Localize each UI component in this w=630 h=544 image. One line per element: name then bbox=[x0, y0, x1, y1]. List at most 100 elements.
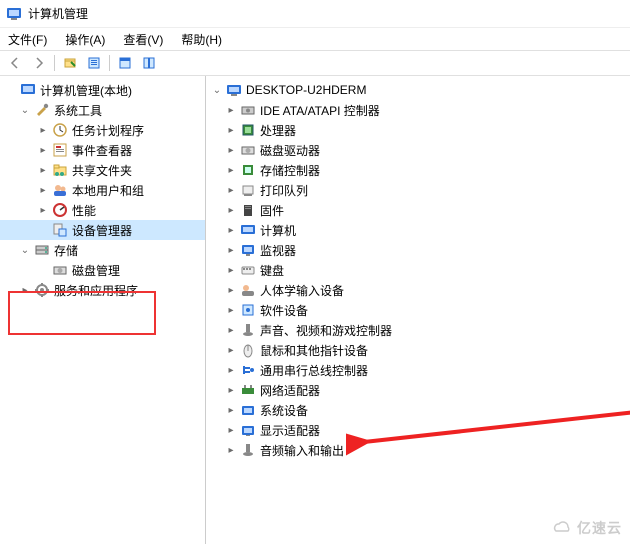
twisty-icon[interactable]: ▸ bbox=[224, 185, 238, 196]
device-category[interactable]: ▸ 处理器 bbox=[206, 120, 630, 140]
device-category[interactable]: ▸监视器 bbox=[206, 240, 630, 260]
back-button[interactable] bbox=[4, 53, 26, 73]
content-area: ▶ 计算机管理(本地) ⌄ 系统工具 ▸ 任务计划程序 ▸ 事件查看器 ▸ 共享… bbox=[0, 76, 630, 544]
device-category[interactable]: ▸存储控制器 bbox=[206, 160, 630, 180]
twisty-icon[interactable]: ⌄ bbox=[18, 245, 32, 256]
computer-icon bbox=[240, 222, 256, 238]
twisty-icon[interactable]: ⌄ bbox=[210, 85, 224, 96]
tree-label: 磁盘管理 bbox=[72, 262, 120, 279]
tree-local-users[interactable]: ▸ 本地用户和组 bbox=[0, 180, 205, 200]
users-icon bbox=[52, 182, 68, 198]
network-adapter-icon bbox=[240, 382, 256, 398]
menu-file[interactable]: 文件(F) bbox=[4, 29, 51, 50]
device-category[interactable]: ▸固件 bbox=[206, 200, 630, 220]
twisty-icon[interactable]: ▸ bbox=[224, 265, 238, 276]
tree-label: 键盘 bbox=[260, 262, 284, 279]
twisty-icon[interactable]: ▸ bbox=[36, 125, 50, 136]
twisty-icon[interactable]: ▸ bbox=[224, 165, 238, 176]
tree-storage[interactable]: ⌄ 存储 bbox=[0, 240, 205, 260]
device-category[interactable]: ▸ 系统设备 bbox=[206, 400, 630, 420]
twisty-icon[interactable]: ▸ bbox=[224, 425, 238, 436]
device-category[interactable]: ▸ 键盘 bbox=[206, 260, 630, 280]
tree-label: 系统设备 bbox=[260, 402, 308, 419]
menu-view[interactable]: 查看(V) bbox=[119, 29, 167, 50]
disk-drive-icon bbox=[240, 142, 256, 158]
twisty-icon[interactable]: ▸ bbox=[224, 325, 238, 336]
device-category[interactable]: ▸ 磁盘驱动器 bbox=[206, 140, 630, 160]
monitor-icon bbox=[240, 242, 256, 258]
tools-icon bbox=[34, 102, 50, 118]
tree-label: IDE ATA/ATAPI 控制器 bbox=[260, 102, 380, 119]
device-category[interactable]: ▸声音、视频和游戏控制器 bbox=[206, 320, 630, 340]
twisty-icon[interactable]: ⌄ bbox=[18, 105, 32, 116]
device-category[interactable]: ▸音频输入和输出 bbox=[206, 440, 630, 460]
scope-button[interactable] bbox=[59, 53, 81, 73]
tree-label: 显示适配器 bbox=[260, 422, 320, 439]
window-title: 计算机管理 bbox=[28, 5, 88, 22]
device-category[interactable]: ▸人体学输入设备 bbox=[206, 280, 630, 300]
twisty-icon[interactable]: ▸ bbox=[224, 225, 238, 236]
twisty-icon[interactable]: ▸ bbox=[224, 445, 238, 456]
menu-action[interactable]: 操作(A) bbox=[61, 29, 109, 50]
tree-shared-folders[interactable]: ▸ 共享文件夹 bbox=[0, 160, 205, 180]
twisty-icon[interactable]: ▸ bbox=[224, 405, 238, 416]
toolbar-separator bbox=[54, 55, 55, 71]
app-icon bbox=[6, 6, 22, 22]
left-tree-pane[interactable]: ▶ 计算机管理(本地) ⌄ 系统工具 ▸ 任务计划程序 ▸ 事件查看器 ▸ 共享… bbox=[0, 76, 206, 544]
tree-label: 处理器 bbox=[260, 122, 296, 139]
tree-label: 共享文件夹 bbox=[72, 162, 132, 179]
tree-device-manager[interactable]: ▸ 设备管理器 bbox=[0, 220, 205, 240]
tree-root[interactable]: ▶ 计算机管理(本地) bbox=[0, 80, 205, 100]
menu-help[interactable]: 帮助(H) bbox=[177, 29, 226, 50]
tree-services-apps[interactable]: ▸ 服务和应用程序 bbox=[0, 280, 205, 300]
tree-disk-mgmt[interactable]: ▸ 磁盘管理 bbox=[0, 260, 205, 280]
tree-label: 存储 bbox=[54, 242, 78, 259]
device-category[interactable]: ▸网络适配器 bbox=[206, 380, 630, 400]
twisty-icon[interactable]: ▸ bbox=[36, 185, 50, 196]
refresh-button[interactable] bbox=[114, 53, 136, 73]
ide-controller-icon bbox=[240, 102, 256, 118]
performance-icon bbox=[52, 202, 68, 218]
tree-label: 事件查看器 bbox=[72, 142, 132, 159]
processor-icon bbox=[240, 122, 256, 138]
forward-button[interactable] bbox=[28, 53, 50, 73]
twisty-icon[interactable]: ▸ bbox=[36, 165, 50, 176]
tree-performance[interactable]: ▸ 性能 bbox=[0, 200, 205, 220]
device-manager-icon bbox=[52, 222, 68, 238]
help-button[interactable] bbox=[138, 53, 160, 73]
firmware-icon bbox=[240, 202, 256, 218]
device-category[interactable]: ▸通用串行总线控制器 bbox=[206, 360, 630, 380]
device-category[interactable]: ▸打印队列 bbox=[206, 180, 630, 200]
twisty-icon[interactable]: ▸ bbox=[224, 205, 238, 216]
twisty-icon[interactable]: ▸ bbox=[36, 145, 50, 156]
twisty-icon[interactable]: ▸ bbox=[36, 205, 50, 216]
device-category[interactable]: ▸鼠标和其他指针设备 bbox=[206, 340, 630, 360]
storage-icon bbox=[34, 242, 50, 258]
device-root[interactable]: ⌄ DESKTOP-U2HDERM bbox=[206, 80, 630, 100]
mouse-icon bbox=[240, 342, 256, 358]
software-device-icon bbox=[240, 302, 256, 318]
twisty-icon[interactable]: ▸ bbox=[224, 305, 238, 316]
tree-event-viewer[interactable]: ▸ 事件查看器 bbox=[0, 140, 205, 160]
twisty-icon[interactable]: ▸ bbox=[224, 105, 238, 116]
device-category[interactable]: ▸软件设备 bbox=[206, 300, 630, 320]
twisty-icon[interactable]: ▸ bbox=[224, 365, 238, 376]
tree-label: 磁盘驱动器 bbox=[260, 142, 320, 159]
tree-label: 系统工具 bbox=[54, 102, 102, 119]
properties-button[interactable] bbox=[83, 53, 105, 73]
twisty-icon[interactable]: ▸ bbox=[224, 385, 238, 396]
twisty-icon[interactable]: ▸ bbox=[224, 345, 238, 356]
twisty-icon[interactable]: ▸ bbox=[224, 125, 238, 136]
device-category[interactable]: ▸ IDE ATA/ATAPI 控制器 bbox=[206, 100, 630, 120]
title-bar: 计算机管理 bbox=[0, 0, 630, 28]
twisty-icon[interactable]: ▸ bbox=[18, 285, 32, 296]
tree-system-tools[interactable]: ⌄ 系统工具 bbox=[0, 100, 205, 120]
device-category[interactable]: ▸ 显示适配器 bbox=[206, 420, 630, 440]
right-device-pane[interactable]: ⌄ DESKTOP-U2HDERM ▸ IDE ATA/ATAPI 控制器 ▸ 处理器… bbox=[206, 76, 630, 544]
hid-icon bbox=[240, 282, 256, 298]
twisty-icon[interactable]: ▸ bbox=[224, 145, 238, 156]
twisty-icon[interactable]: ▸ bbox=[224, 285, 238, 296]
device-category[interactable]: ▸计算机 bbox=[206, 220, 630, 240]
twisty-icon[interactable]: ▸ bbox=[224, 245, 238, 256]
tree-task-scheduler[interactable]: ▸ 任务计划程序 bbox=[0, 120, 205, 140]
